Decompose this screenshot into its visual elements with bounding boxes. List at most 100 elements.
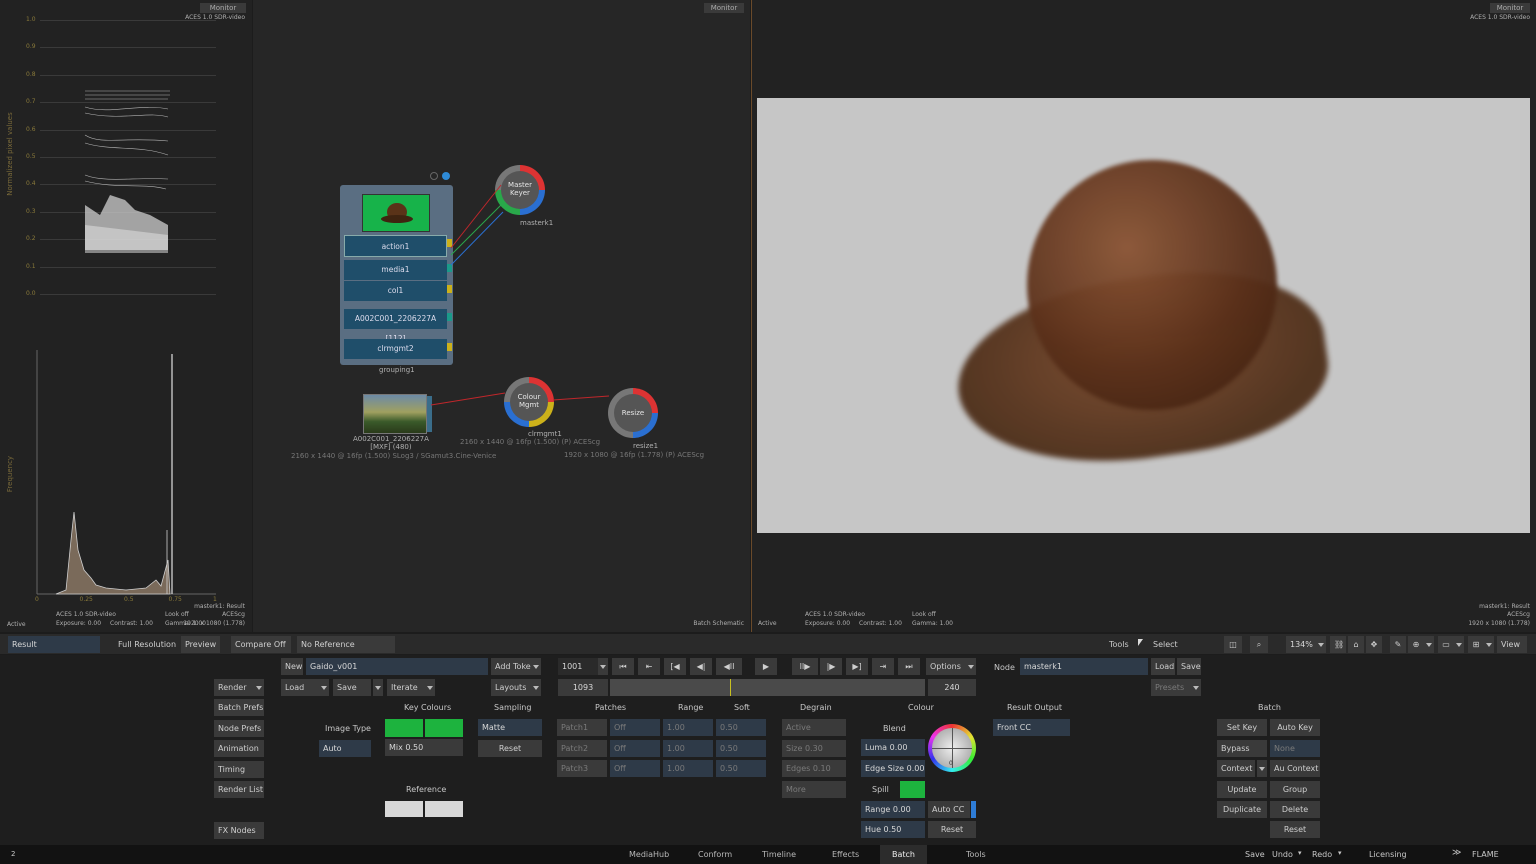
key-colour-2[interactable] bbox=[425, 719, 463, 737]
auto-cc-button[interactable]: Auto CC bbox=[928, 801, 970, 818]
full-resolution-button[interactable]: Full Resolution bbox=[114, 636, 181, 653]
step-forward-icon[interactable]: II▶ bbox=[792, 658, 818, 675]
split-view-icon[interactable]: ◫ bbox=[1224, 636, 1242, 653]
patch-range[interactable]: 1.00 bbox=[663, 719, 713, 736]
goto-start-icon[interactable]: ⏮ bbox=[612, 658, 634, 675]
degrain-active[interactable]: Active bbox=[782, 719, 846, 736]
tab-effects[interactable]: Effects bbox=[820, 845, 871, 864]
matte-field[interactable]: Matte bbox=[478, 719, 542, 736]
save-dropdown[interactable] bbox=[373, 679, 383, 696]
search-icon[interactable]: ⌕ bbox=[1250, 636, 1268, 653]
layout-icon[interactable]: ⊞ bbox=[1468, 636, 1484, 653]
play-icon[interactable]: ▶ bbox=[755, 658, 777, 675]
node-load-button[interactable]: Load bbox=[1151, 658, 1175, 675]
playhead[interactable] bbox=[730, 679, 731, 696]
render-list-button[interactable]: Render List bbox=[214, 781, 264, 798]
licensing-button[interactable]: Licensing bbox=[1369, 850, 1407, 859]
colour-wheel[interactable]: 0 bbox=[928, 724, 976, 772]
hue-field[interactable]: Hue 0.50 bbox=[861, 821, 925, 838]
layouts-button[interactable]: Layouts bbox=[491, 679, 533, 696]
tab-timeline[interactable]: Timeline bbox=[750, 845, 808, 864]
duplicate-button[interactable]: Duplicate bbox=[1217, 801, 1267, 818]
presets-dropdown[interactable] bbox=[1191, 679, 1201, 696]
start-frame-field[interactable]: 1093 bbox=[558, 679, 608, 696]
bypass-none-field[interactable]: None bbox=[1270, 740, 1320, 757]
end-frame-field[interactable]: 240 bbox=[928, 679, 976, 696]
result-selector[interactable]: Result bbox=[8, 636, 100, 653]
luma-field[interactable]: Luma 0.00 bbox=[861, 739, 925, 756]
patch-soft[interactable]: 0.50 bbox=[716, 719, 766, 736]
update-button[interactable]: Update bbox=[1217, 781, 1267, 798]
viewer-panel[interactable]: Monitor ACES 1.0 SDR-video masterk1: Res… bbox=[751, 0, 1536, 632]
move-icon[interactable]: ✥ bbox=[1366, 636, 1382, 653]
eyedropper-icon[interactable]: ✎ bbox=[1390, 636, 1406, 653]
layouts-dropdown[interactable] bbox=[531, 679, 541, 696]
fx-nodes-button[interactable]: FX Nodes bbox=[214, 822, 264, 839]
step-forward-key-icon[interactable]: |▶ bbox=[820, 658, 842, 675]
group-button[interactable]: Group bbox=[1270, 781, 1320, 798]
tab-conform[interactable]: Conform bbox=[686, 845, 744, 864]
iterate-button[interactable]: Iterate bbox=[387, 679, 425, 696]
patch-name[interactable]: Patch1 bbox=[557, 719, 607, 736]
frame-dropdown[interactable] bbox=[598, 658, 608, 675]
reference-swatch-2[interactable] bbox=[425, 801, 463, 817]
select-tool-button[interactable]: Select bbox=[1149, 636, 1215, 653]
degrain-more[interactable]: More bbox=[782, 781, 846, 798]
reference-button[interactable]: No Reference bbox=[297, 636, 395, 653]
home-icon[interactable]: ⌂ bbox=[1348, 636, 1364, 653]
colour-range-field[interactable]: Range 0.00 bbox=[861, 801, 925, 818]
redo-button[interactable]: Redo bbox=[1312, 850, 1332, 859]
au-context-button[interactable]: Au Context bbox=[1270, 760, 1320, 777]
bypass-button[interactable]: Bypass bbox=[1217, 740, 1267, 757]
spill-swatch[interactable] bbox=[900, 781, 925, 798]
save-button[interactable]: Save bbox=[333, 679, 371, 696]
node-save-button[interactable]: Save bbox=[1177, 658, 1201, 675]
delete-button[interactable]: Delete bbox=[1270, 801, 1320, 818]
timing-button[interactable]: Timing bbox=[214, 761, 264, 778]
image-type-field[interactable]: Auto bbox=[319, 740, 371, 757]
node-prefs-button[interactable]: Node Prefs bbox=[214, 720, 264, 737]
front-cc-field[interactable]: Front CC bbox=[993, 719, 1070, 736]
batch-prefs-button[interactable]: Batch Prefs bbox=[214, 699, 264, 716]
options-button[interactable]: Options bbox=[926, 658, 968, 675]
add-token-dropdown[interactable] bbox=[531, 658, 541, 675]
tab-mediahub[interactable]: MediaHub bbox=[617, 845, 681, 864]
batch-name-field[interactable]: Gaido_v001 bbox=[306, 658, 488, 675]
batch-reset-button[interactable]: Reset bbox=[1270, 821, 1320, 838]
degrain-size[interactable]: Size 0.30 bbox=[782, 740, 846, 757]
goto-in-icon[interactable]: [◀ bbox=[664, 658, 686, 675]
sampling-reset-button[interactable]: Reset bbox=[478, 740, 542, 757]
undo-dropdown-icon[interactable]: ▾ bbox=[1298, 849, 1302, 857]
next-key-icon[interactable]: ⇥ bbox=[872, 658, 894, 675]
load-dropdown[interactable] bbox=[319, 679, 329, 696]
patch-range[interactable]: 1.00 bbox=[663, 760, 713, 777]
node-name-field[interactable]: masterk1 bbox=[1020, 658, 1148, 675]
timeline-bar[interactable] bbox=[610, 679, 925, 696]
goto-end-icon[interactable]: ⏭ bbox=[898, 658, 920, 675]
patch-state[interactable]: Off bbox=[610, 760, 660, 777]
options-dropdown[interactable] bbox=[966, 658, 976, 675]
prev-key-icon[interactable]: ⇤ bbox=[638, 658, 660, 675]
redo-dropdown-icon[interactable]: ▾ bbox=[1338, 849, 1342, 857]
display-icon[interactable]: ▭ bbox=[1438, 636, 1454, 653]
tab-batch[interactable]: Batch bbox=[880, 845, 927, 864]
render-button[interactable]: Render bbox=[214, 679, 254, 696]
target-dropdown[interactable] bbox=[1424, 636, 1434, 653]
patch-state[interactable]: Off bbox=[610, 739, 660, 757]
bottom-save-button[interactable]: Save bbox=[1245, 850, 1265, 859]
patch-soft[interactable]: 0.50 bbox=[716, 760, 766, 777]
zoom-dropdown[interactable] bbox=[1316, 636, 1326, 653]
display-dropdown[interactable] bbox=[1454, 636, 1464, 653]
load-button[interactable]: Load bbox=[281, 679, 319, 696]
animation-button[interactable]: Animation bbox=[214, 740, 264, 757]
presets-button[interactable]: Presets bbox=[1151, 679, 1191, 696]
add-token-button[interactable]: Add Token bbox=[491, 658, 533, 675]
reference-swatch-1[interactable] bbox=[385, 801, 423, 817]
auto-key-button[interactable]: Auto Key bbox=[1270, 719, 1320, 736]
undo-button[interactable]: Undo bbox=[1272, 850, 1293, 859]
edge-size-field[interactable]: Edge Size 0.00 bbox=[861, 760, 925, 777]
patch-range[interactable]: 1.00 bbox=[663, 739, 713, 757]
context-button[interactable]: Context bbox=[1217, 760, 1255, 777]
current-frame-field[interactable]: 1001 bbox=[558, 658, 598, 675]
step-back-icon[interactable]: ◀II bbox=[716, 658, 742, 675]
